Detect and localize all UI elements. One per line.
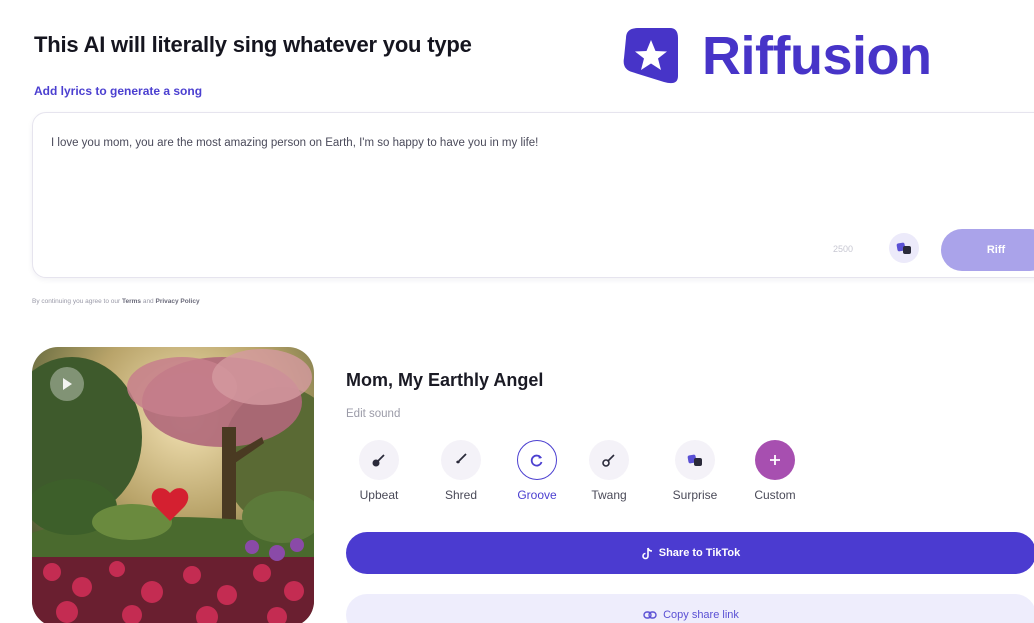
plus-icon bbox=[770, 455, 780, 465]
random-lyrics-button[interactable] bbox=[889, 233, 919, 263]
terms-link[interactable]: Terms bbox=[122, 298, 141, 305]
banjo-icon bbox=[602, 454, 615, 467]
refresh-icon bbox=[530, 454, 543, 467]
sound-option-label: Upbeat bbox=[359, 488, 399, 502]
share-to-tiktok-label: Share to TikTok bbox=[658, 547, 741, 559]
sound-option-label: Twang bbox=[591, 488, 627, 502]
terms-and: and bbox=[142, 298, 154, 305]
sound-option-circle[interactable] bbox=[755, 440, 795, 480]
copy-share-link-button[interactable]: Copy share link bbox=[346, 594, 1034, 623]
sound-option-label: Shred bbox=[444, 488, 478, 502]
guitar-icon bbox=[372, 454, 385, 467]
riffusion-star-logo-icon bbox=[623, 28, 678, 84]
page-headline: This AI will literally sing whatever you… bbox=[34, 32, 472, 57]
brand-logo-lockup: Riffusion bbox=[612, 20, 932, 92]
play-icon bbox=[63, 378, 72, 390]
sound-option-twang[interactable]: Twang bbox=[574, 440, 644, 502]
add-lyrics-link[interactable]: Add lyrics to generate a song bbox=[34, 84, 202, 98]
sound-option-label: Surprise bbox=[672, 488, 718, 502]
copy-share-link-label: Copy share link bbox=[663, 609, 739, 621]
brand-name: Riffusion bbox=[702, 26, 932, 86]
edit-sound-label: Edit sound bbox=[346, 408, 401, 420]
play-button[interactable] bbox=[50, 367, 84, 401]
electric-guitar-icon bbox=[456, 453, 467, 464]
riff-button[interactable]: Riff bbox=[941, 229, 1034, 271]
sound-option-circle[interactable] bbox=[675, 440, 715, 480]
sound-option-surprise[interactable]: Surprise bbox=[660, 440, 730, 502]
dice-icon bbox=[687, 454, 702, 466]
song-title: Mom, My Earthly Angel bbox=[346, 370, 544, 390]
link-icon bbox=[643, 611, 657, 619]
terms-prefix: By continuing you agree to our bbox=[32, 298, 121, 305]
character-count: 2500 bbox=[833, 244, 854, 254]
lyrics-textarea[interactable]: I love you mom, you are the most amazing… bbox=[32, 112, 1034, 278]
song-cover-art bbox=[32, 347, 314, 623]
sound-option-label: Custom bbox=[754, 488, 796, 502]
sound-option-shred[interactable]: Shred bbox=[426, 440, 496, 502]
sound-option-label: Groove bbox=[517, 488, 557, 502]
dice-icon bbox=[896, 242, 911, 254]
sound-option-custom[interactable]: Custom bbox=[740, 440, 810, 502]
terms-notice: By continuing you agree to our Terms and… bbox=[32, 298, 200, 305]
sound-option-circle[interactable] bbox=[441, 440, 481, 480]
lyrics-text[interactable]: I love you mom, you are the most amazing… bbox=[51, 137, 538, 149]
privacy-policy-link[interactable]: Privacy Policy bbox=[156, 298, 200, 305]
sound-option-circle[interactable] bbox=[359, 440, 399, 480]
sound-option-upbeat[interactable]: Upbeat bbox=[344, 440, 414, 502]
sound-option-circle[interactable] bbox=[517, 440, 557, 480]
sound-option-groove[interactable]: Groove bbox=[502, 440, 572, 502]
tiktok-icon bbox=[641, 547, 652, 559]
share-to-tiktok-button[interactable]: Share to TikTok bbox=[346, 532, 1034, 574]
sound-option-circle[interactable] bbox=[589, 440, 629, 480]
